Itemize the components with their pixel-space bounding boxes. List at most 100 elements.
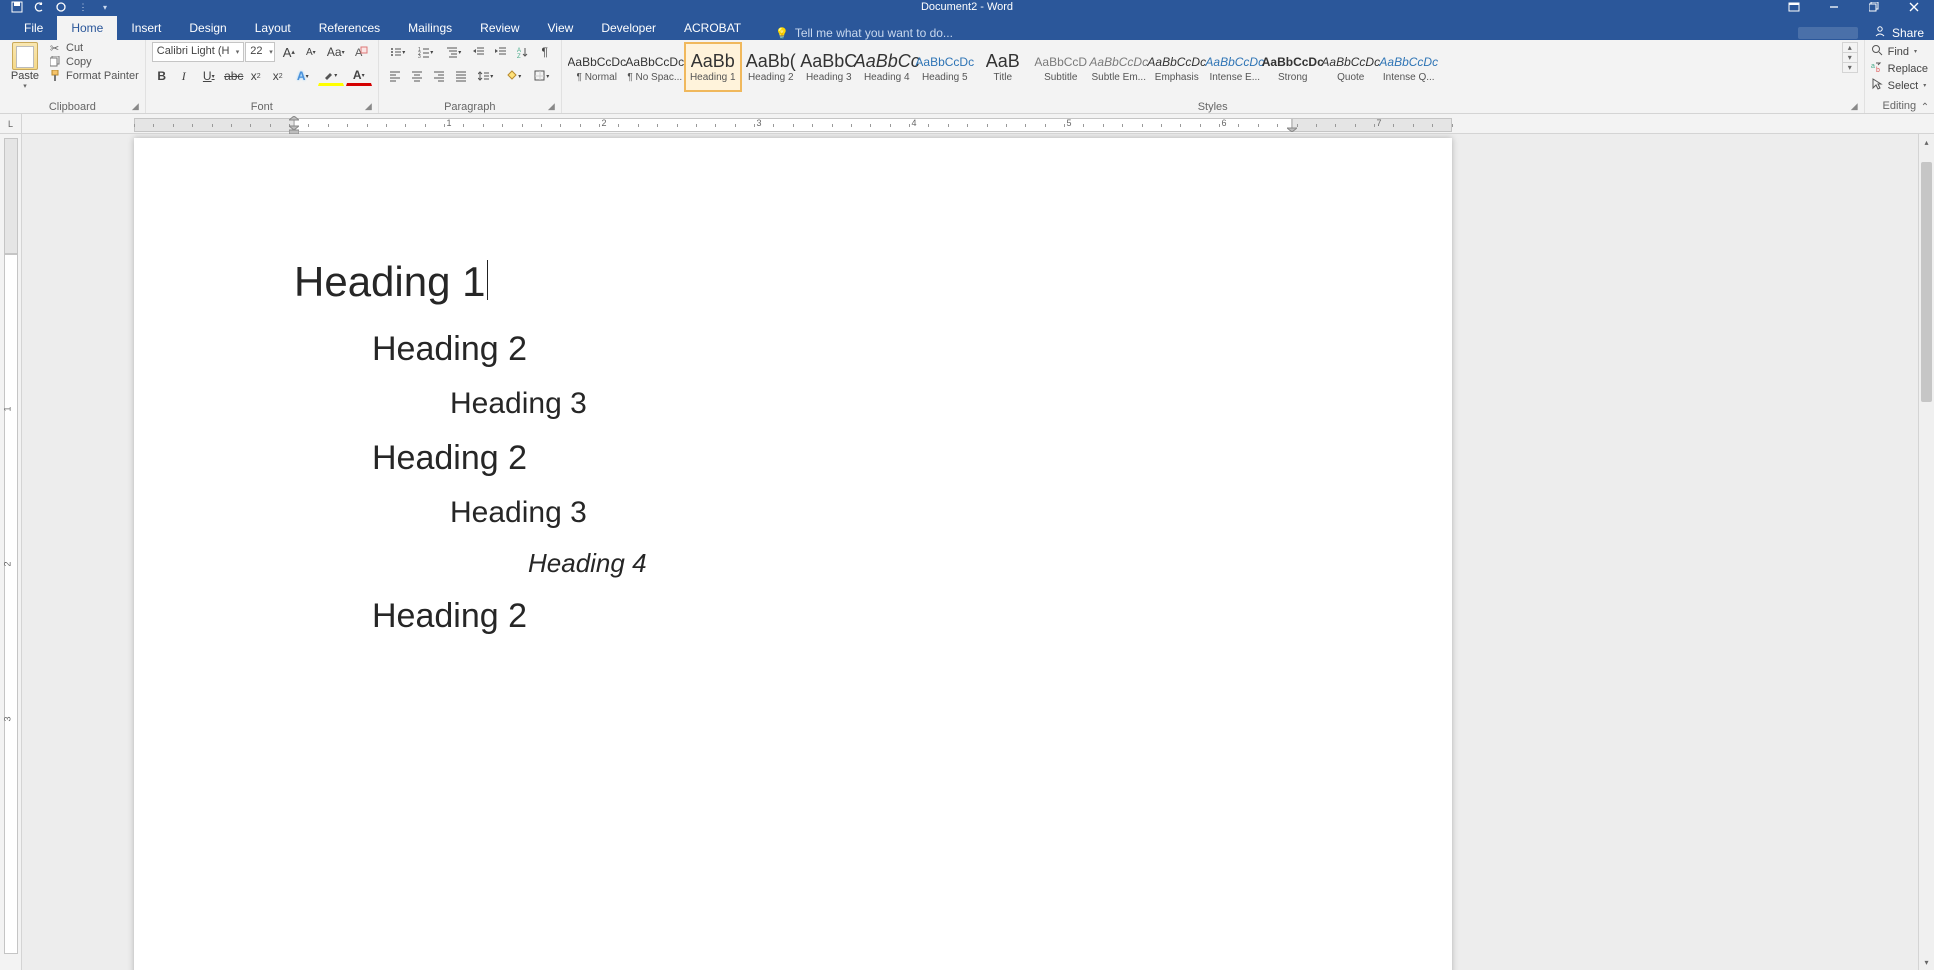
document-scroll[interactable]: Heading 1 Heading 2 Heading 3 Heading 2 Head… [22,134,1934,970]
scissors-icon: ✂ [50,42,62,54]
clipboard-icon [12,42,38,70]
style-heading-2[interactable]: AaBb(Heading 2 [742,42,800,92]
text-effects-button[interactable]: A▾ [290,66,316,86]
tab-references[interactable]: References [305,16,394,40]
style--normal[interactable]: AaBbCcDc¶ Normal [568,42,626,92]
style-heading-1[interactable]: AaBbHeading 1 [684,42,742,92]
tab-file[interactable]: File [10,16,57,40]
grow-font-button[interactable]: A▴ [279,42,299,62]
tab-acrobat[interactable]: ACROBAT [670,16,755,40]
heading-3[interactable]: Heading 3 [450,496,1292,530]
share-button[interactable]: Share [1892,26,1924,40]
style-subtitle[interactable]: AaBbCcDSubtitle [1032,42,1090,92]
dialog-launcher-icon[interactable]: ◢ [152,101,372,112]
scroll-down-icon[interactable]: ▾ [1919,954,1934,970]
borders-button[interactable]: ▾ [529,66,555,86]
heading-1[interactable]: Heading 1 [294,258,1292,306]
style-heading-3[interactable]: AaBbCHeading 3 [800,42,858,92]
bold-button[interactable]: B [152,66,172,86]
font-color-button[interactable]: A▾ [346,66,372,86]
account-name[interactable] [1798,27,1858,39]
tab-insert[interactable]: Insert [117,16,175,40]
font-name-combo[interactable]: Calibri Light (H [152,42,244,62]
justify-button[interactable] [451,66,471,86]
dialog-launcher-icon[interactable]: ◢ [568,101,1858,112]
numbering-button[interactable]: 123▾ [413,42,439,62]
save-icon[interactable] [10,0,24,14]
show-marks-button[interactable]: ¶ [535,42,555,62]
style-strong[interactable]: AaBbCcDcStrong [1264,42,1322,92]
heading-4[interactable]: Heading 4 [528,548,1292,579]
find-button[interactable]: Find▾ [1871,44,1928,59]
dialog-launcher-icon[interactable]: ◢ [385,101,555,112]
style-title[interactable]: AaBTitle [974,42,1032,92]
style-intense-e-[interactable]: AaBbCcDcIntense E... [1206,42,1264,92]
page[interactable]: Heading 1 Heading 2 Heading 3 Heading 2 Head… [134,138,1452,970]
align-left-button[interactable] [385,66,405,86]
qat-customize-icon[interactable]: ▾ [98,0,112,14]
chevron-up-icon[interactable]: ▴ [1843,43,1857,53]
horizontal-ruler[interactable]: L 1234567 [0,114,1934,134]
chevron-down-icon[interactable]: ▾ [1843,53,1857,63]
style-emphasis[interactable]: AaBbCcDcEmphasis [1148,42,1206,92]
scrollbar-thumb[interactable] [1921,162,1932,402]
tab-design[interactable]: Design [175,16,240,40]
dialog-launcher-icon[interactable]: ◢ [6,101,139,112]
align-center-button[interactable] [407,66,427,86]
format-painter-button[interactable]: Format Painter [50,70,139,82]
style--no-spac-[interactable]: AaBbCcDc¶ No Spac... [626,42,684,92]
vertical-ruler[interactable]: 123 [0,134,22,970]
heading-2[interactable]: Heading 2 [372,330,1292,369]
tab-layout[interactable]: Layout [241,16,305,40]
ribbon-options-icon[interactable] [1774,0,1814,14]
tab-home[interactable]: Home [57,16,117,40]
highlight-button[interactable]: ▾ [318,66,344,86]
vertical-scrollbar[interactable]: ▴ ▾ [1918,134,1934,970]
restore-icon[interactable] [1854,0,1894,14]
line-spacing-button[interactable]: ▾ [473,66,499,86]
sort-button[interactable]: AZ [513,42,533,62]
scroll-up-icon[interactable]: ▴ [1919,134,1934,150]
styles-gallery-scroll[interactable]: ▴ ▾ ▾ [1842,42,1858,73]
heading-2[interactable]: Heading 2 [372,439,1292,478]
change-case-button[interactable]: Aa▾ [323,42,349,62]
heading-2[interactable]: Heading 2 [372,597,1292,636]
cut-button[interactable]: ✂Cut [50,42,139,54]
heading-3[interactable]: Heading 3 [450,387,1292,421]
shading-button[interactable]: ▾ [501,66,527,86]
align-right-button[interactable] [429,66,449,86]
select-button[interactable]: Select▾ [1871,78,1928,93]
minimize-icon[interactable] [1814,0,1854,14]
style-heading-4[interactable]: AaBbCcHeading 4 [858,42,916,92]
bullets-button[interactable]: ▾ [385,42,411,62]
styles-more-icon[interactable]: ▾ [1843,63,1857,72]
close-icon[interactable] [1894,0,1934,14]
redo-icon[interactable] [54,0,68,14]
collapse-ribbon-icon[interactable]: ⌃ [1918,100,1932,114]
shrink-font-button[interactable]: A▾ [301,42,321,62]
tab-developer[interactable]: Developer [587,16,670,40]
tab-selector[interactable]: L [0,114,22,133]
underline-button[interactable]: U▾ [196,66,222,86]
decrease-indent-button[interactable] [469,42,489,62]
tab-view[interactable]: View [534,16,588,40]
tab-review[interactable]: Review [466,16,533,40]
paste-button[interactable]: Paste ▾ [6,42,44,90]
clear-formatting-button[interactable]: A [351,42,371,62]
copy-button[interactable]: Copy [50,56,139,68]
style-quote[interactable]: AaBbCcDcQuote [1322,42,1380,92]
style-heading-5[interactable]: AaBbCcDcHeading 5 [916,42,974,92]
superscript-button[interactable]: x2 [268,66,288,86]
italic-button[interactable]: I [174,66,194,86]
qat-button[interactable]: ⋮ [76,0,90,14]
replace-button[interactable]: abReplace [1871,61,1928,76]
strikethrough-button[interactable]: abc [224,66,244,86]
tell-me-search[interactable]: 💡 Tell me what you want to do... [755,26,953,40]
style-intense-q-[interactable]: AaBbCcDcIntense Q... [1380,42,1438,92]
undo-icon[interactable] [32,0,46,14]
tab-mailings[interactable]: Mailings [394,16,466,40]
increase-indent-button[interactable] [491,42,511,62]
subscript-button[interactable]: x2 [246,66,266,86]
style-subtle-em-[interactable]: AaBbCcDcSubtle Em... [1090,42,1148,92]
multilevel-list-button[interactable]: ▾ [441,42,467,62]
